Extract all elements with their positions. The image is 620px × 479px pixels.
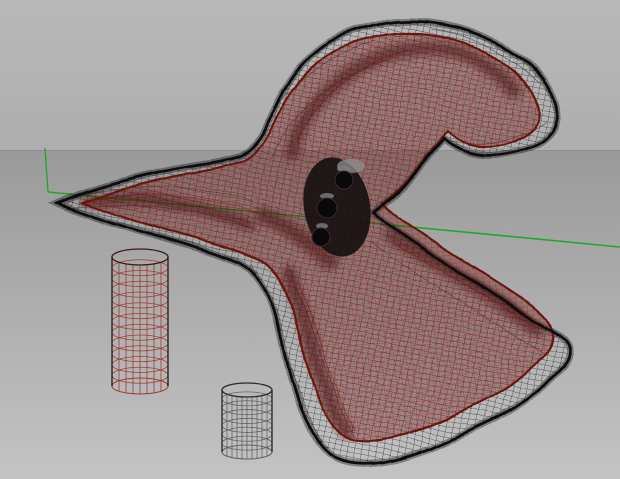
hole-middle [316, 197, 338, 219]
viewport-3d[interactable] [0, 0, 620, 479]
hole-bottom [311, 227, 331, 247]
hole-top [334, 170, 354, 190]
viewport-canvas[interactable] [0, 0, 620, 479]
